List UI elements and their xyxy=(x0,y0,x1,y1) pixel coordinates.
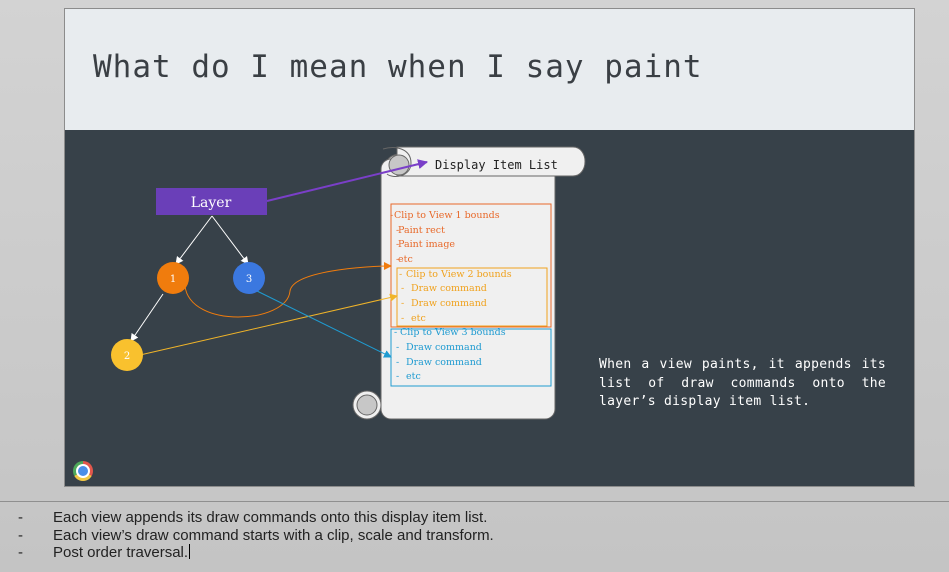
notes-divider[interactable] xyxy=(0,501,949,502)
view2-arrow xyxy=(139,293,398,356)
note-text: Each view’s draw command starts with a c… xyxy=(53,526,494,544)
speaker-notes[interactable]: - Each view appends its draw commands on… xyxy=(0,509,949,562)
svg-text:-: - xyxy=(401,298,404,309)
svg-text:-: - xyxy=(396,225,399,236)
view-node-label: 3 xyxy=(246,274,252,285)
note-line[interactable]: - Each view’s draw command starts with a… xyxy=(0,527,949,545)
command-item: Clip to View 3 bounds xyxy=(400,327,506,338)
note-line[interactable]: - Post order traversal. xyxy=(0,544,949,562)
tree-edge xyxy=(130,293,164,342)
text-cursor xyxy=(189,544,191,559)
view-node-label: 1 xyxy=(170,274,176,285)
svg-text:-: - xyxy=(390,210,393,221)
view-node-label: 2 xyxy=(124,351,130,362)
svg-text:-: - xyxy=(394,327,397,338)
slide: What do I mean when I say paint Display … xyxy=(64,8,915,487)
svg-text:-: - xyxy=(401,313,404,324)
scroll-bottom-curl-icon xyxy=(356,394,378,416)
command-item: Paint image xyxy=(398,239,455,250)
paint-diagram: Display Item List Clip to View 1 bounds … xyxy=(111,146,586,420)
command-item: Draw command xyxy=(411,298,487,309)
command-item: Paint rect xyxy=(398,225,445,236)
svg-text:-: - xyxy=(396,342,399,353)
command-item: Clip to View 2 bounds xyxy=(406,269,512,280)
command-item: etc xyxy=(411,313,426,324)
explanation-text: When a view paints, it appends its list … xyxy=(599,357,886,409)
command-item: Draw command xyxy=(406,342,482,353)
svg-text:-: - xyxy=(399,269,402,280)
svg-text:-: - xyxy=(396,239,399,250)
svg-text:-: - xyxy=(396,357,399,368)
note-text: Post order traversal. xyxy=(53,544,189,561)
command-item: Draw command xyxy=(406,357,482,368)
layer-label: Layer xyxy=(191,195,232,211)
scroll-top-curl-icon xyxy=(388,154,410,176)
svg-text:-: - xyxy=(401,283,404,294)
command-item: etc xyxy=(406,371,421,382)
display-item-list-title: Display Item List xyxy=(435,158,558,172)
svg-text:-: - xyxy=(396,371,399,382)
command-item: Clip to View 1 bounds xyxy=(394,210,500,221)
view1-arrow xyxy=(184,262,392,318)
tree-edge xyxy=(211,215,249,265)
tree-edge xyxy=(175,215,213,265)
command-item: Draw command xyxy=(411,283,487,294)
svg-text:-: - xyxy=(396,254,399,265)
chrome-logo-icon xyxy=(73,461,93,481)
note-line[interactable]: - Each view appends its draw commands on… xyxy=(0,509,949,527)
command-item: etc xyxy=(398,254,413,265)
note-text: Each view appends its draw commands onto… xyxy=(53,509,488,526)
